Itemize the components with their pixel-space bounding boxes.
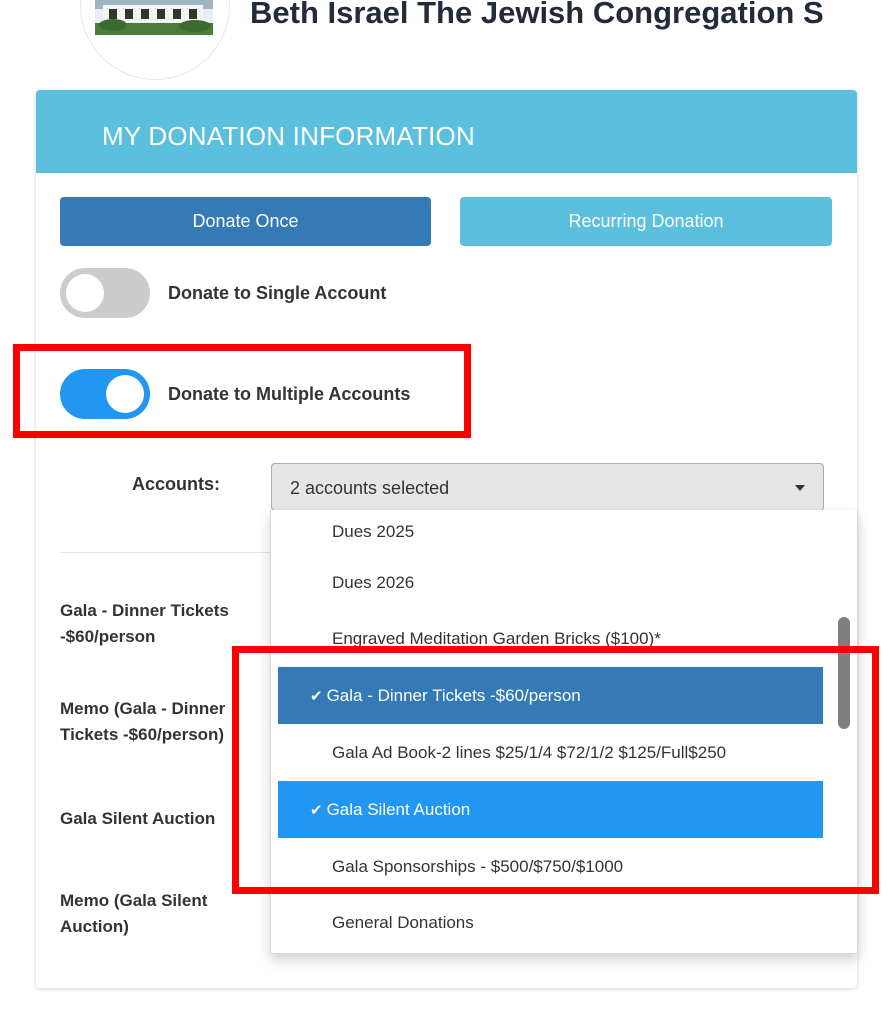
menu-item-general-donations[interactable]: General Donations xyxy=(278,894,823,951)
single-account-row: Donate to Single Account xyxy=(60,268,386,318)
accounts-select[interactable]: 2 accounts selected xyxy=(271,463,824,511)
accounts-label: Accounts: xyxy=(132,474,221,494)
menu-item-label: Dues 2026 xyxy=(332,572,415,592)
org-name: Beth Israel The Jewish Congregation S xyxy=(250,0,824,30)
menu-item-label: Dues 2025 xyxy=(332,521,415,541)
caret-down-icon xyxy=(795,485,805,491)
card-header: MY DONATION INFORMATION xyxy=(36,90,857,173)
memo-gala-dinner-label: Memo (Gala - Dinner Tickets -$60/person) xyxy=(60,699,226,744)
building-photo xyxy=(95,0,213,35)
divider xyxy=(60,552,270,553)
memo-gala-silent-label: Memo (Gala Silent Auction) xyxy=(60,891,208,936)
toggle-knob xyxy=(66,274,104,312)
highlight-box-toggle xyxy=(13,344,471,438)
donate-once-button[interactable]: Donate Once xyxy=(60,197,431,246)
gala-dinner-label: Gala - Dinner Tickets -$60/person xyxy=(60,601,229,646)
single-account-label: Donate to Single Account xyxy=(168,282,387,303)
menu-item-label: General Donations xyxy=(332,912,474,932)
accounts-select-value: 2 accounts selected xyxy=(290,478,450,498)
org-logo xyxy=(80,0,230,80)
menu-item-dues-2026[interactable]: Dues 2026 xyxy=(278,554,823,611)
highlight-box-selections xyxy=(232,646,879,894)
single-account-toggle[interactable] xyxy=(60,268,150,318)
gala-silent-label: Gala Silent Auction xyxy=(60,809,216,828)
card-title: MY DONATION INFORMATION xyxy=(102,121,475,151)
menu-item-dues-2025[interactable]: Dues 2025 xyxy=(278,510,823,560)
recurring-donation-button[interactable]: Recurring Donation xyxy=(460,197,832,246)
